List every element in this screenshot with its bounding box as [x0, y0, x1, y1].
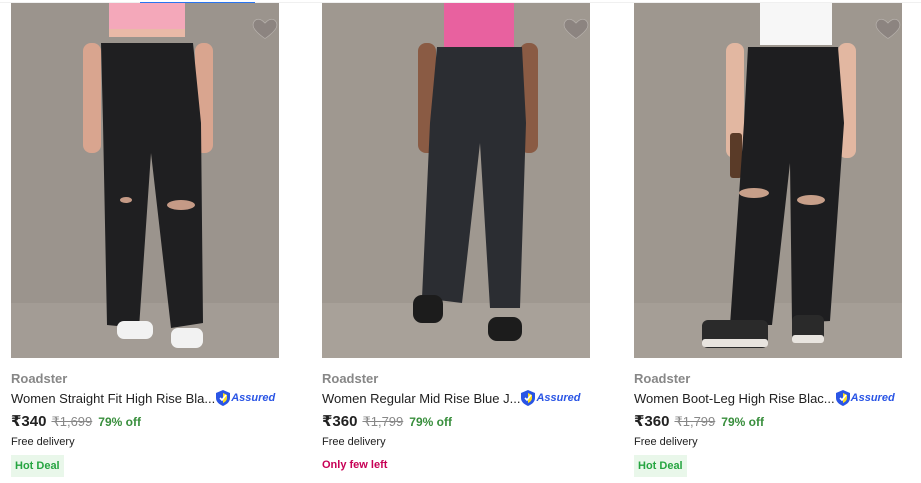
assured-shield-icon [835, 390, 850, 406]
selling-price: ₹360 [634, 413, 670, 430]
stock-note: Only few left [322, 459, 388, 471]
product-title[interactable]: Women Straight Fit High Rise Bla... [11, 391, 215, 406]
discount-label: 79% off [721, 415, 764, 429]
assured-badge: Assured [521, 390, 580, 406]
product-card[interactable]: Roadster Women Straight Fit High Rise Bl… [11, 3, 279, 477]
product-brand: Roadster [11, 371, 68, 386]
original-price: ₹1,799 [362, 414, 404, 429]
heart-icon [875, 18, 901, 39]
product-title[interactable]: Women Regular Mid Rise Blue J... [322, 391, 520, 406]
heart-icon [252, 18, 278, 39]
assured-badge: Assured [835, 390, 895, 406]
assured-badge: Assured [216, 390, 275, 406]
product-card[interactable]: Roadster Women Boot-Leg High Rise Blac..… [634, 3, 902, 477]
discount-label: 79% off [98, 415, 141, 429]
hot-deal-badge: Hot Deal [11, 455, 64, 477]
heart-icon [563, 18, 589, 39]
delivery-info: Free delivery [11, 436, 75, 448]
wishlist-button[interactable] [874, 14, 902, 42]
product-image[interactable] [322, 3, 590, 358]
wishlist-button[interactable] [251, 14, 279, 42]
product-brand: Roadster [634, 371, 691, 386]
selling-price: ₹360 [322, 413, 358, 430]
wishlist-button[interactable] [562, 14, 590, 42]
delivery-info: Free delivery [634, 436, 698, 448]
hot-deal-badge: Hot Deal [634, 455, 687, 477]
product-card[interactable]: Roadster Women Regular Mid Rise Blue J..… [322, 3, 590, 471]
assured-shield-icon [216, 390, 231, 406]
original-price: ₹1,699 [51, 414, 93, 429]
product-image[interactable] [11, 3, 279, 358]
product-title[interactable]: Women Boot-Leg High Rise Blac... [634, 391, 835, 406]
assured-shield-icon [521, 390, 536, 406]
product-brand: Roadster [322, 371, 379, 386]
assured-label: Assured [850, 392, 895, 404]
assured-label: Assured [536, 392, 581, 404]
delivery-info: Free delivery [322, 436, 386, 448]
selling-price: ₹340 [11, 413, 47, 430]
original-price: ₹1,799 [674, 414, 716, 429]
discount-label: 79% off [409, 415, 452, 429]
assured-label: Assured [231, 392, 276, 404]
product-image[interactable] [634, 3, 902, 358]
